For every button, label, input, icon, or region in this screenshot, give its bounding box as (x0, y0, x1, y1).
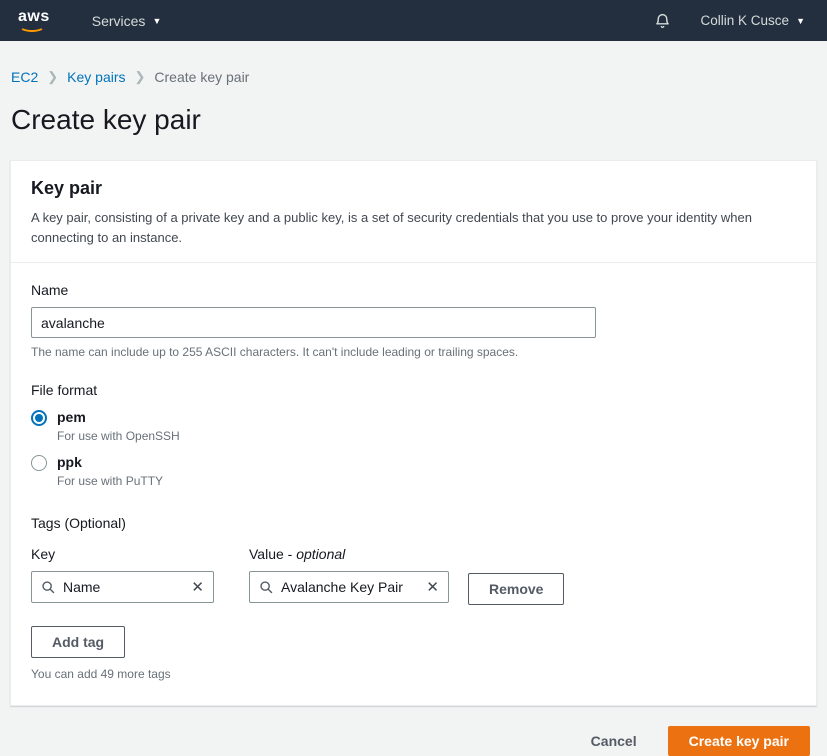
clear-icon[interactable]: ✕ (420, 580, 439, 595)
tag-remove-column: Remove (468, 546, 564, 605)
tag-row: Key ✕ Value - optional (31, 546, 796, 605)
tag-value-label: Value - optional (249, 546, 449, 562)
top-navigation-bar: aws Services ▼ Collin K Cusce ▼ (0, 0, 827, 41)
chevron-down-icon: ▼ (796, 16, 805, 26)
radio-pem-label: pem (57, 409, 180, 425)
radio-option-pem[interactable]: pem For use with OpenSSH (31, 409, 796, 443)
tag-key-label: Key (31, 546, 214, 562)
breadcrumb-link-key-pairs[interactable]: Key pairs (67, 69, 125, 85)
form-actions: Cancel Create key pair (0, 726, 810, 756)
tag-key-input[interactable] (63, 579, 185, 595)
tag-value-column: Value - optional ✕ (249, 546, 449, 603)
name-helper-text: The name can include up to 255 ASCII cha… (31, 345, 796, 359)
card-title: Key pair (31, 178, 796, 199)
radio-option-ppk[interactable]: ppk For use with PuTTY (31, 454, 796, 488)
cancel-button[interactable]: Cancel (591, 733, 637, 749)
tag-key-column: Key ✕ (31, 546, 214, 603)
radio-unselected-icon[interactable] (31, 455, 47, 471)
card-header: Key pair A key pair, consisting of a pri… (11, 161, 816, 263)
card-body: Name The name can include up to 255 ASCI… (11, 263, 816, 705)
breadcrumb-current: Create key pair (154, 69, 249, 85)
radio-ppk-description: For use with PuTTY (57, 474, 163, 488)
remove-tag-button[interactable]: Remove (468, 573, 564, 605)
card-description: A key pair, consisting of a private key … (31, 208, 796, 247)
key-pair-card: Key pair A key pair, consisting of a pri… (10, 160, 817, 706)
tag-key-input-wrapper: ✕ (31, 571, 214, 603)
breadcrumb-link-ec2[interactable]: EC2 (11, 69, 38, 85)
tag-value-input[interactable] (281, 579, 420, 595)
chevron-down-icon: ▼ (152, 16, 161, 26)
create-key-pair-button[interactable]: Create key pair (668, 726, 810, 756)
tags-section: Tags (Optional) Key ✕ Value - optional (31, 515, 796, 681)
user-name: Collin K Cusce (701, 13, 790, 28)
clear-icon[interactable]: ✕ (185, 580, 204, 595)
nav-right-group: Collin K Cusce ▼ (654, 12, 811, 30)
search-icon (41, 580, 55, 594)
page-title: Create key pair (0, 85, 827, 136)
services-menu-label: Services (92, 13, 146, 29)
radio-pem-description: For use with OpenSSH (57, 429, 180, 443)
radio-ppk-label: ppk (57, 454, 163, 470)
name-input[interactable] (31, 307, 596, 338)
breadcrumb: EC2 ❯ Key pairs ❯ Create key pair (0, 41, 827, 85)
user-menu[interactable]: Collin K Cusce ▼ (701, 13, 805, 28)
radio-selected-icon[interactable] (31, 410, 47, 426)
name-label: Name (31, 282, 796, 298)
tags-remaining-text: You can add 49 more tags (31, 667, 796, 681)
services-menu[interactable]: Services ▼ (92, 13, 162, 29)
file-format-group: File format pem For use with OpenSSH ppk… (31, 382, 796, 488)
notifications-bell-icon[interactable] (654, 12, 671, 30)
chevron-right-icon: ❯ (135, 69, 146, 85)
tag-value-input-wrapper: ✕ (249, 571, 449, 603)
aws-smile-icon (19, 20, 45, 32)
chevron-right-icon: ❯ (47, 69, 58, 85)
add-tag-button[interactable]: Add tag (31, 626, 125, 658)
file-format-label: File format (31, 382, 796, 398)
search-icon (259, 580, 273, 594)
aws-logo[interactable]: aws (16, 7, 54, 34)
tags-section-label: Tags (Optional) (31, 515, 796, 531)
